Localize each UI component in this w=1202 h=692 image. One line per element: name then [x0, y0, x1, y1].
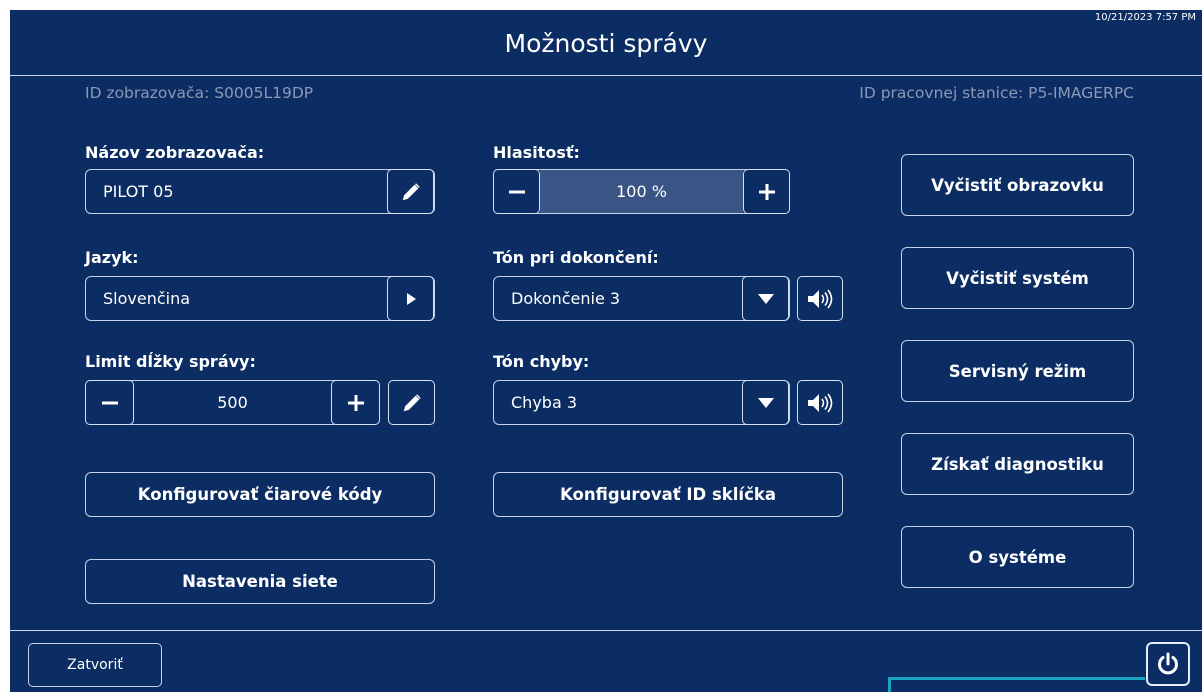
error-tone-dropdown-button[interactable]: [742, 380, 789, 425]
service-mode-button[interactable]: Servisný režim: [901, 340, 1134, 402]
message-limit-label: Limit dĺžky správy:: [85, 352, 256, 371]
completion-tone-label: Tón pri dokončení:: [493, 248, 659, 267]
error-tone-label: Tón chyby:: [493, 352, 590, 371]
configure-barcodes-button[interactable]: Konfigurovať čiarové kódy: [85, 472, 435, 517]
volume-label: Hlasitosť:: [493, 143, 580, 162]
message-limit-value: 500: [217, 393, 248, 412]
pencil-icon: [401, 392, 423, 414]
close-button[interactable]: Zatvoriť: [28, 643, 162, 687]
plus-icon: [757, 182, 777, 202]
volume-decrease-button[interactable]: [493, 169, 540, 214]
highlight-line-vertical: [888, 677, 891, 692]
about-system-button[interactable]: O systéme: [901, 526, 1134, 588]
volume-value: 100 %: [616, 182, 667, 201]
footer-divider: [10, 630, 1202, 631]
message-limit-increase-button[interactable]: [331, 380, 380, 425]
get-diagnostics-button[interactable]: Získať diagnostiku: [901, 433, 1134, 495]
datetime-display: 10/21/2023 7:57 PM: [1094, 12, 1196, 23]
viewer-name-value: PILOT 05: [103, 182, 174, 201]
message-limit-stepper: 500: [85, 380, 380, 425]
power-button[interactable]: [1146, 642, 1190, 686]
edit-viewer-name-button[interactable]: [387, 169, 434, 214]
highlight-line-horizontal: [888, 677, 1145, 680]
completion-tone-select[interactable]: Dokončenie 3: [493, 276, 790, 321]
language-label: Jazyk:: [85, 248, 139, 267]
configure-slide-id-button[interactable]: Konfigurovať ID sklíčka: [493, 472, 843, 517]
play-arrow-icon: [404, 291, 418, 307]
viewer-id-text: ID zobrazovača: S0005L19DP: [85, 84, 314, 102]
error-tone-select[interactable]: Chyba 3: [493, 380, 790, 425]
completion-tone-value: Dokončenie 3: [511, 289, 621, 308]
plus-icon: [346, 393, 366, 413]
language-value: Slovenčina: [103, 289, 191, 308]
edit-message-limit-button[interactable]: [388, 380, 435, 425]
minus-icon: [507, 182, 527, 202]
speaker-icon: [806, 392, 834, 414]
pencil-icon: [400, 181, 422, 203]
clear-screen-button[interactable]: Vyčistiť obrazovku: [901, 154, 1134, 216]
language-next-button[interactable]: [387, 276, 434, 321]
volume-increase-button[interactable]: [743, 169, 790, 214]
page-title: Možnosti správy: [504, 29, 708, 58]
error-tone-play-button[interactable]: [797, 380, 843, 425]
error-tone-value: Chyba 3: [511, 393, 578, 412]
speaker-icon: [806, 288, 834, 310]
clear-system-button[interactable]: Vyčistiť systém: [901, 247, 1134, 309]
caret-down-icon: [757, 293, 775, 305]
viewer-name-field[interactable]: PILOT 05: [85, 169, 435, 214]
network-settings-button[interactable]: Nastavenia siete: [85, 559, 435, 604]
message-limit-decrease-button[interactable]: [85, 380, 134, 425]
completion-tone-dropdown-button[interactable]: [742, 276, 789, 321]
minus-icon: [100, 393, 120, 413]
admin-options-screen: Možnosti správy 10/21/2023 7:57 PM ID zo…: [10, 10, 1202, 692]
caret-down-icon: [757, 397, 775, 409]
workstation-id-text: ID pracovnej stanice: P5-IMAGERPC: [859, 84, 1134, 102]
language-field[interactable]: Slovenčina: [85, 276, 435, 321]
header-divider: [10, 75, 1202, 76]
volume-stepper: 100 %: [493, 169, 790, 214]
power-icon: [1155, 651, 1181, 677]
completion-tone-play-button[interactable]: [797, 276, 843, 321]
viewer-name-label: Názov zobrazovača:: [85, 143, 265, 162]
